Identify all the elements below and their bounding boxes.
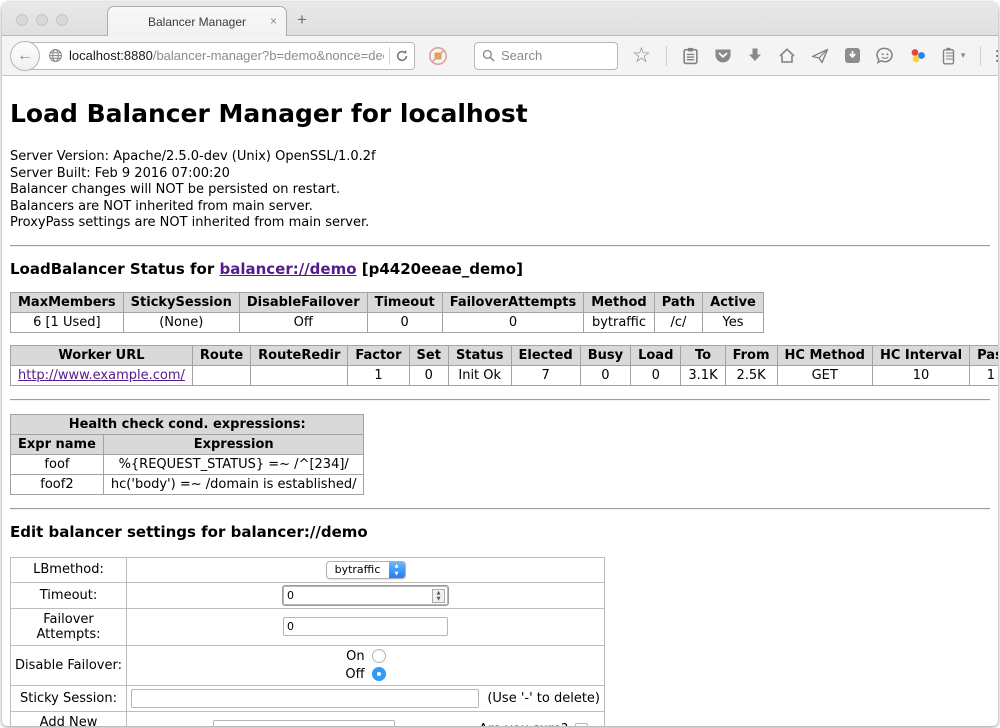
back-button[interactable]: ←	[10, 41, 40, 71]
pocket-icon[interactable]	[714, 47, 732, 64]
disable-failover-on-radio[interactable]	[372, 649, 386, 663]
timeout-input[interactable]	[283, 586, 448, 605]
zoom-window-button[interactable]	[56, 14, 68, 26]
bookmark-star-icon[interactable]: ☆	[632, 46, 651, 66]
toolbar-icons: ☆	[632, 46, 998, 66]
lbmethod-label: LBmethod:	[11, 557, 127, 582]
status-heading: LoadBalancer Status for balancer://demo …	[10, 260, 990, 278]
balancer-demo-link[interactable]: balancer://demo	[219, 260, 356, 278]
reload-icon[interactable]	[395, 49, 409, 63]
clipboard-icon[interactable]	[682, 47, 699, 65]
new-tab-button[interactable]: +	[297, 10, 307, 30]
navigation-bar: ← localhost:8880/balancer-manager?b=demo…	[2, 36, 998, 76]
note-persist: Balancer changes will NOT be persisted o…	[10, 182, 990, 199]
add-worker-input[interactable]	[213, 720, 395, 726]
divider	[10, 245, 990, 247]
page-content: Load Balancer Manager for localhost Serv…	[2, 76, 998, 726]
url-domain: localhost:8880	[69, 48, 153, 63]
note-balancers: Balancers are NOT inherited from main se…	[10, 199, 990, 216]
disable-failover-off-radio[interactable]	[372, 667, 386, 681]
are-you-sure-label: Are you sure?	[479, 722, 568, 726]
divider	[10, 508, 990, 510]
sticky-session-hint: (Use '-' to delete)	[487, 691, 600, 706]
server-info: Server Version: Apache/2.5.0-dev (Unix) …	[10, 149, 990, 232]
balancer-settings-form: LBmethod: bytraffic ▲▼ Timeout: ▲▼	[10, 557, 605, 726]
health-check-table: Health check cond. expressions: Expr nam…	[10, 414, 364, 495]
download-icon[interactable]	[747, 47, 763, 64]
url-bar[interactable]: localhost:8880/balancer-manager?b=demo&n…	[25, 42, 415, 70]
send-icon[interactable]	[811, 48, 829, 64]
menu-icon[interactable]	[996, 50, 998, 62]
tab-title: Balancer Manager	[148, 15, 246, 29]
balancer-status-table: MaxMembersStickySession DisableFailoverT…	[10, 292, 764, 333]
lbmethod-select[interactable]: bytraffic ▲▼	[326, 561, 406, 579]
add-worker-label: Add New Worker:	[11, 711, 127, 726]
are-you-sure-checkbox[interactable]	[575, 723, 588, 726]
radio-on-label: On	[346, 649, 364, 664]
sticky-session-label: Sticky Session:	[11, 685, 127, 711]
colored-dots-icon[interactable]	[909, 47, 927, 64]
failover-attempts-input[interactable]	[283, 617, 448, 636]
tab-bar: Balancer Manager × +	[2, 2, 998, 36]
table-row: 6 [1 Used](None) Off0 0bytraffic /c/Yes	[11, 312, 764, 332]
globe-icon	[48, 48, 63, 63]
url-path: /balancer-manager?b=demo&nonce=decc37be-…	[153, 48, 384, 63]
chat-smiley-icon[interactable]	[876, 47, 894, 64]
failover-attempts-label: Failover Attempts:	[11, 608, 127, 645]
table-row: http://www.example.com/ 10 Init Ok7 00 3…	[11, 365, 999, 385]
table-row: foof %{REQUEST_STATUS} =~ /^[234]/	[11, 454, 364, 474]
worker-table: Worker URL RouteRouteRedir FactorSet Sta…	[10, 345, 998, 386]
table-row: foof2 hc('body') =~ /domain is establish…	[11, 474, 364, 494]
window-controls[interactable]	[16, 14, 68, 26]
browser-window: Balancer Manager × + ← localhost:8880/ba…	[2, 2, 998, 726]
disable-failover-label: Disable Failover:	[11, 645, 127, 685]
search-placeholder: Search	[501, 48, 542, 63]
radio-off-label: Off	[345, 667, 364, 682]
server-version: Server Version: Apache/2.5.0-dev (Unix) …	[10, 149, 990, 166]
edit-settings-heading: Edit balancer settings for balancer://de…	[10, 523, 990, 541]
url-text[interactable]: localhost:8880/balancer-manager?b=demo&n…	[69, 48, 384, 63]
number-spinner-icon[interactable]: ▲▼	[432, 589, 445, 603]
chevron-down-icon[interactable]: ▾	[961, 50, 966, 61]
select-stepper-icon: ▲▼	[389, 562, 405, 578]
search-bar[interactable]: Search	[474, 42, 618, 70]
server-built: Server Built: Feb 9 2016 07:00:20	[10, 166, 990, 183]
content-blocked-icon[interactable]	[428, 46, 448, 66]
timeout-label: Timeout:	[11, 582, 127, 608]
home-icon[interactable]	[778, 47, 796, 64]
battery-icon[interactable]	[942, 47, 955, 65]
tab-balancer-manager[interactable]: Balancer Manager ×	[107, 6, 287, 36]
square-download-icon[interactable]	[844, 47, 861, 64]
worker-url-link[interactable]: http://www.example.com/	[18, 368, 185, 383]
close-window-button[interactable]	[16, 14, 28, 26]
minimize-window-button[interactable]	[36, 14, 48, 26]
tab-close-icon[interactable]: ×	[270, 14, 277, 28]
sticky-session-input[interactable]	[131, 689, 479, 708]
page-title: Load Balancer Manager for localhost	[10, 99, 990, 128]
search-icon	[482, 49, 495, 62]
divider	[10, 399, 990, 401]
note-proxypass: ProxyPass settings are NOT inherited fro…	[10, 215, 990, 232]
